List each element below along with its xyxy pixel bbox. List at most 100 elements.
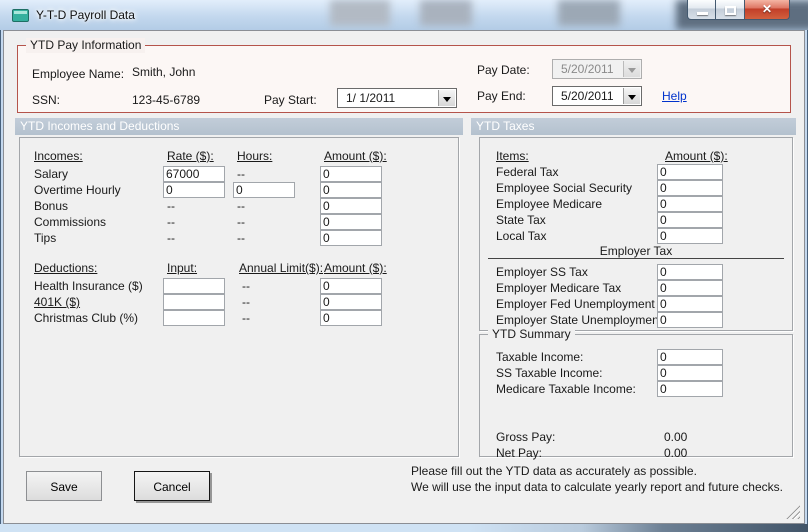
pay-date-value: 5/20/2011 — [561, 62, 614, 76]
rate-column-header: Rate ($): — [167, 149, 214, 163]
summary-groupbox: YTD Summary Taxable Income: SS Taxable I… — [479, 327, 793, 460]
maximize-button[interactable] — [716, 0, 745, 20]
overtime-amount-input[interactable] — [320, 182, 382, 198]
pay-end-dropdown-button[interactable] — [623, 88, 640, 104]
tips-rate-dash: -- — [167, 231, 175, 245]
deduction-row-label: Health Insurance ($) — [34, 279, 143, 293]
pay-end-value: 5/20/2011 — [561, 89, 614, 103]
pay-date-label: Pay Date: — [477, 63, 530, 77]
deductions-column-header: Deductions: — [34, 261, 98, 275]
overtime-hours-input[interactable] — [233, 182, 295, 198]
tax-row-label: Employer Medicare Tax — [496, 281, 622, 295]
ss-taxable-income-input[interactable] — [657, 365, 723, 381]
amount-column-header: Amount ($): — [324, 149, 387, 163]
help-link[interactable]: Help — [662, 88, 687, 104]
summary-group-label: YTD Summary — [488, 327, 575, 342]
commissions-hours-dash: -- — [237, 215, 245, 229]
ssn-value: 123-45-6789 — [132, 93, 201, 107]
salary-rate-input[interactable] — [163, 166, 225, 182]
income-row-label: Tips — [34, 231, 57, 245]
tips-amount-input[interactable] — [320, 230, 382, 246]
footer-note-line2: We will use the input data to calculate … — [411, 480, 783, 494]
medicare-taxable-income-input[interactable] — [657, 381, 723, 397]
employer-ss-tax-input[interactable] — [657, 264, 723, 280]
commissions-rate-dash: -- — [167, 215, 175, 229]
health-insurance-amount-input[interactable] — [320, 278, 382, 294]
pay-end-label: Pay End: — [477, 89, 526, 103]
state-tax-input[interactable] — [657, 212, 723, 228]
local-tax-input[interactable] — [657, 228, 723, 244]
pay-date-dropdown-button — [623, 61, 640, 77]
pay-start-value: 1/ 1/2011 — [346, 91, 396, 105]
amount-column-header: Amount ($): — [665, 149, 728, 163]
close-icon: ✕ — [761, 2, 773, 16]
employer-medicare-tax-input[interactable] — [657, 280, 723, 296]
gross-pay-value: 0.00 — [664, 430, 688, 444]
taxes-section-header: YTD Taxes — [471, 118, 796, 135]
bonus-hours-dash: -- — [237, 199, 245, 213]
tax-row-label: Local Tax — [496, 229, 547, 243]
deduction-row-label: Christmas Club (%) — [34, 311, 139, 325]
chevron-down-icon — [443, 97, 451, 102]
close-button[interactable]: ✕ — [745, 0, 790, 20]
summary-row-label: Taxable Income: — [496, 350, 584, 364]
taxes-groupbox: Items: Amount ($): Federal Tax Employee … — [479, 137, 793, 331]
pay-start-dropdown-button[interactable] — [438, 90, 455, 106]
overtime-rate-input[interactable] — [163, 182, 225, 198]
summary-row-label: Medicare Taxable Income: — [496, 382, 636, 396]
taxable-income-input[interactable] — [657, 349, 723, 365]
pay-start-label: Pay Start: — [264, 93, 317, 107]
employer-tax-divider: Employer Tax — [488, 244, 784, 259]
input-column-header: Input: — [167, 261, 198, 275]
bonus-rate-dash: -- — [167, 199, 175, 213]
bonus-amount-input[interactable] — [320, 198, 382, 214]
summary-row-label: SS Taxable Income: — [496, 366, 603, 380]
items-column-header: Items: — [496, 149, 529, 163]
tax-row-label: Federal Tax — [496, 165, 559, 179]
tax-row-label: Employer Fed Unemployment — [496, 297, 655, 311]
amount-column-header: Amount ($): — [324, 261, 387, 275]
incomes-column-header: Incomes: — [34, 149, 83, 163]
hours-column-header: Hours: — [237, 149, 273, 163]
net-pay-label: Net Pay: — [496, 446, 543, 460]
401k-amount-input[interactable] — [320, 294, 382, 310]
health-insurance-limit-dash: -- — [242, 279, 250, 293]
deduction-row-label-401k[interactable]: 401K ($) — [34, 294, 80, 310]
tax-row-label: State Tax — [496, 213, 546, 227]
salary-amount-input[interactable] — [320, 166, 382, 182]
health-insurance-input[interactable] — [163, 278, 225, 294]
employee-name-value: Smith, John — [132, 65, 196, 79]
employee-ss-input[interactable] — [657, 180, 723, 196]
chevron-down-icon — [628, 95, 636, 100]
pay-info-groupbox: YTD Pay Information Employee Name: Smith… — [17, 38, 791, 113]
tips-hours-dash: -- — [237, 231, 245, 245]
tax-row-label: Employer State Unemployment — [496, 313, 663, 327]
incomes-deductions-groupbox: Incomes: Rate ($): Hours: Amount ($): Sa… — [19, 137, 459, 457]
minimize-button[interactable] — [687, 0, 716, 20]
ytd-payroll-dialog: Y-T-D Payroll Data ✕ YTD Pay Information… — [0, 0, 808, 532]
employee-medicare-input[interactable] — [657, 196, 723, 212]
cancel-button[interactable]: Cancel — [134, 471, 210, 501]
save-button[interactable]: Save — [26, 471, 102, 501]
resize-grip[interactable] — [786, 505, 800, 519]
minimize-icon — [697, 12, 708, 15]
christmas-club-amount-input[interactable] — [320, 310, 382, 326]
pay-end-dropdown[interactable]: 5/20/2011 — [552, 86, 642, 106]
income-row-label: Commissions — [34, 215, 107, 229]
ssn-label: SSN: — [32, 93, 61, 107]
commissions-amount-input[interactable] — [320, 214, 382, 230]
pay-start-dropdown[interactable]: 1/ 1/2011 — [337, 88, 457, 108]
federal-tax-input[interactable] — [657, 164, 723, 180]
income-row-label: Overtime Hourly — [34, 183, 121, 197]
chevron-down-icon — [628, 68, 636, 73]
401k-limit-dash: -- — [242, 295, 250, 309]
employer-state-unemployment-input[interactable] — [657, 312, 723, 328]
title-bar[interactable]: Y-T-D Payroll Data ✕ — [0, 0, 808, 30]
employer-fed-unemployment-input[interactable] — [657, 296, 723, 312]
income-row-label: Bonus — [34, 199, 69, 213]
christmas-club-input[interactable] — [163, 310, 225, 326]
401k-input[interactable] — [163, 294, 225, 310]
window-title: Y-T-D Payroll Data — [36, 8, 135, 22]
maximize-icon — [725, 6, 736, 15]
window-bottom-border — [0, 524, 808, 532]
